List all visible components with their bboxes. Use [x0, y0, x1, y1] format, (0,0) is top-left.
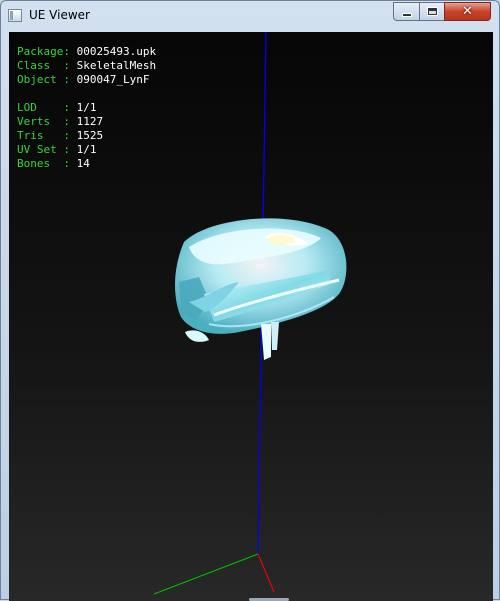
info-label: Tris : [17, 129, 70, 142]
info-value: 1525 [76, 129, 104, 142]
y-axis [153, 553, 259, 595]
title-bar[interactable]: UE Viewer ✕ [1, 1, 499, 31]
info-label: Class : [17, 59, 70, 72]
info-value: SkeletalMesh [76, 59, 157, 72]
info-label: Verts : [17, 115, 70, 128]
info-label: Bones : [17, 157, 70, 170]
x-axis [257, 553, 275, 593]
info-value: 090047_LynF [76, 73, 150, 86]
info-tris: Tris : 1525 [17, 129, 103, 143]
info-label: Package: [17, 45, 70, 58]
close-icon: ✕ [462, 4, 473, 19]
3d-viewport[interactable]: Package: 00025493.upk Class : SkeletalMe… [9, 32, 493, 601]
info-label: Object : [17, 73, 70, 86]
info-lod: LOD : 1/1 [17, 101, 96, 115]
minimize-icon [401, 12, 412, 17]
maximize-icon [426, 7, 438, 16]
maximize-button[interactable] [419, 2, 445, 21]
info-uvset: UV Set : 1/1 [17, 143, 96, 157]
info-value: 14 [76, 157, 90, 170]
app-window: UE Viewer ✕ Package: 00025493.upk Class … [0, 0, 500, 601]
info-value: 1/1 [76, 143, 97, 156]
info-verts: Verts : 1127 [17, 115, 103, 129]
info-bones: Bones : 14 [17, 157, 90, 171]
info-class: Class : SkeletalMesh [17, 59, 156, 73]
info-value: 1127 [76, 115, 104, 128]
info-value: 00025493.upk [76, 45, 157, 58]
info-package: Package: 00025493.upk [17, 45, 156, 59]
info-object: Object : 090047_LynF [17, 73, 149, 87]
info-label: UV Set : [17, 143, 70, 156]
info-label: LOD : [17, 101, 70, 114]
app-icon[interactable] [8, 9, 22, 22]
window-title: UE Viewer [29, 8, 90, 22]
info-value: 1/1 [76, 101, 97, 114]
minimize-button[interactable] [393, 2, 420, 21]
close-button[interactable]: ✕ [444, 2, 491, 21]
